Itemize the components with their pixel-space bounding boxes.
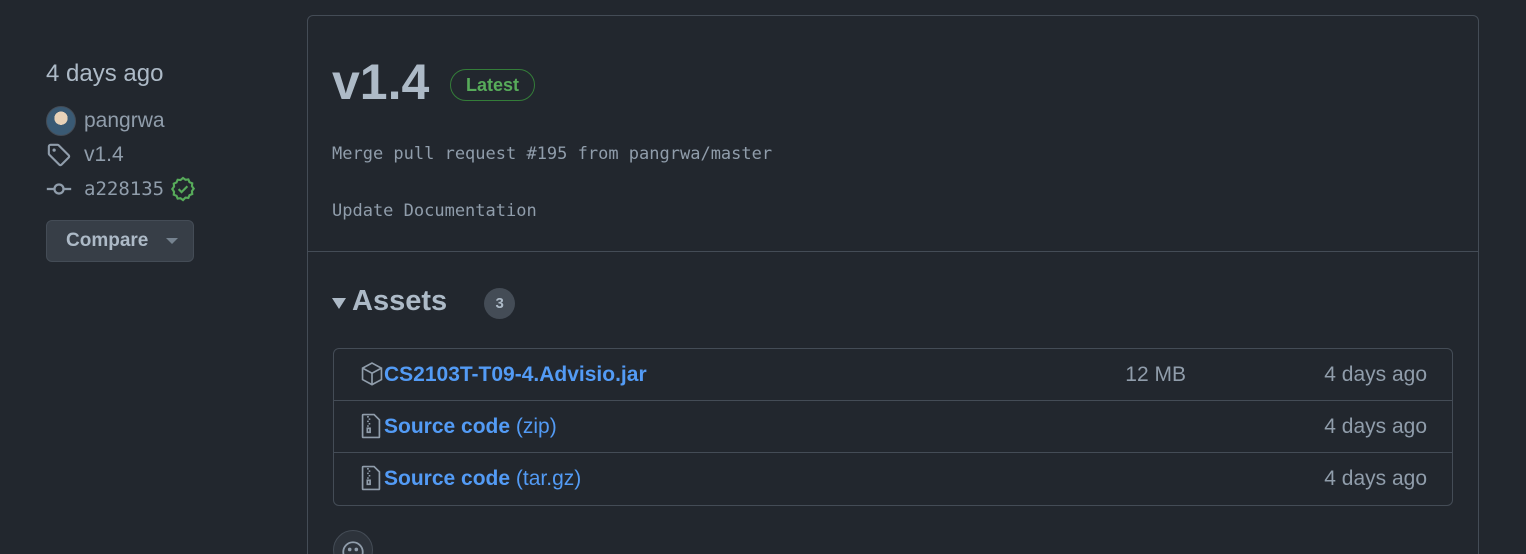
package-icon [360, 361, 383, 387]
add-reaction-button[interactable] [333, 530, 373, 554]
tag-row[interactable]: v1.4 [46, 138, 286, 172]
assets-title: Assets [352, 285, 448, 317]
compare-label: Compare [66, 230, 149, 251]
commit-icon [46, 174, 76, 204]
compare-button[interactable]: Compare [46, 220, 194, 262]
avatar[interactable] [46, 106, 76, 136]
tag-icon [46, 140, 76, 170]
latest-badge: Latest [450, 69, 536, 101]
author-link[interactable]: pangrwa [84, 109, 165, 133]
file-zip-icon [360, 465, 382, 491]
commit-row[interactable]: a228135 [46, 172, 286, 206]
tag-link[interactable]: v1.4 [84, 143, 124, 167]
asset-date: 4 days ago [1324, 415, 1427, 438]
release-message-line1: Merge pull request #195 from pangrwa/mas… [332, 144, 773, 164]
asset-row: Source code (tar.gz) 4 days ago [334, 453, 1452, 505]
asset-link[interactable]: Source code (zip) [384, 415, 557, 439]
release-meta: 4 days ago pangrwa v1.4 a228135 Compare [46, 56, 286, 262]
asset-size: 12 MB [1125, 363, 1186, 386]
release-title[interactable]: v1.4 [332, 52, 429, 112]
release-message-line2: Update Documentation [332, 201, 537, 221]
file-zip-icon [360, 413, 382, 439]
chevron-down-icon [166, 238, 179, 244]
author-row[interactable]: pangrwa [46, 104, 286, 138]
release-card: v1.4 Latest Merge pull request #195 from… [307, 15, 1479, 554]
asset-link[interactable]: CS2103T-T09-4.Advisio.jar [384, 363, 647, 387]
assets-list: CS2103T-T09-4.Advisio.jar 12 MB 4 days a… [333, 348, 1453, 506]
asset-link[interactable]: Source code (tar.gz) [384, 467, 581, 491]
smiley-icon [341, 540, 365, 554]
asset-row: CS2103T-T09-4.Advisio.jar 12 MB 4 days a… [334, 349, 1452, 401]
commit-link[interactable]: a228135 [84, 178, 164, 200]
verified-check-icon[interactable] [170, 176, 196, 202]
release-header: v1.4 Latest Merge pull request #195 from… [308, 16, 1478, 252]
asset-row: Source code (zip) 4 days ago [334, 401, 1452, 453]
release-date: 4 days ago [46, 60, 164, 87]
assets-count-badge: 3 [484, 288, 516, 319]
asset-date: 4 days ago [1324, 363, 1427, 386]
release-page: 4 days ago pangrwa v1.4 a228135 Compare … [0, 0, 1526, 554]
triangle-down-icon [332, 298, 346, 309]
assets-toggle[interactable]: Assets 3 [332, 284, 516, 319]
asset-date: 4 days ago [1324, 467, 1427, 490]
